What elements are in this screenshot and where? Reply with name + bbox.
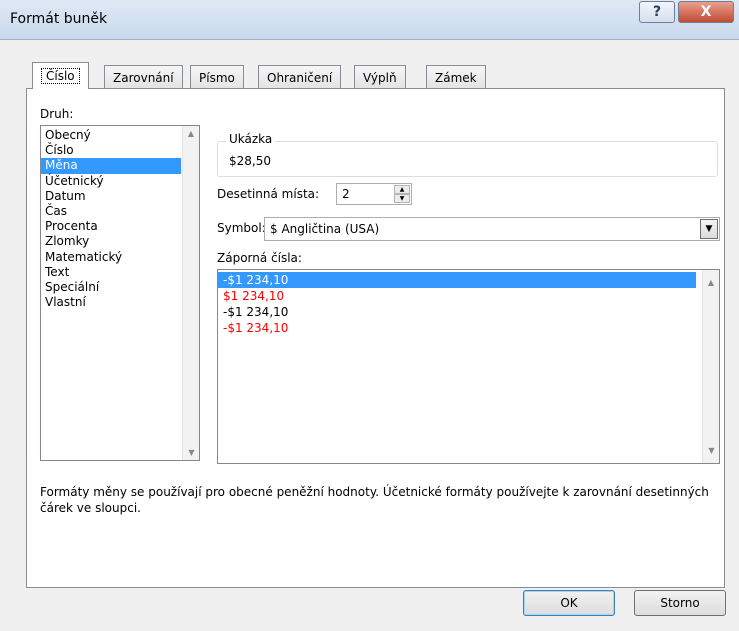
category-item[interactable]: Vlastní: [41, 295, 181, 310]
category-scrollbar[interactable]: ▲ ▼: [182, 126, 199, 460]
symbol-value: $ Angličtina (USA): [270, 222, 380, 236]
ok-button[interactable]: OK: [523, 590, 615, 616]
category-item[interactable]: Procenta: [41, 219, 181, 234]
spin-down-icon[interactable]: ▼: [394, 194, 410, 203]
negative-scrollbar[interactable]: ▲ ▼: [702, 270, 719, 463]
tab-zarovnani[interactable]: Zarovnání: [104, 65, 183, 89]
tab-pismo[interactable]: Písmo: [190, 65, 244, 89]
category-item[interactable]: Měna: [41, 158, 181, 174]
negative-item[interactable]: -$1 234,10: [218, 320, 696, 336]
symbol-dropdown[interactable]: $ Angličtina (USA) ▼: [264, 217, 720, 241]
category-item[interactable]: Matematický: [41, 250, 181, 265]
scroll-up-icon[interactable]: ▲: [183, 129, 199, 138]
negative-list[interactable]: -$1 234,10 $1 234,10 -$1 234,10 -$1 234,10 …: [217, 269, 720, 464]
tab-ohraniceni[interactable]: Ohraničení: [258, 65, 342, 89]
negative-item[interactable]: -$1 234,10: [218, 272, 696, 288]
category-item[interactable]: Obecný: [41, 128, 181, 143]
negative-label: Záporná čísla:: [217, 251, 302, 265]
category-item[interactable]: Čas: [41, 204, 181, 219]
category-item[interactable]: Zlomky: [41, 234, 181, 249]
category-list[interactable]: Obecný Číslo Měna Účetnický Datum Čas Procenta…: [40, 125, 200, 461]
category-item[interactable]: Číslo: [41, 143, 181, 158]
decimals-label: Desetinná místa:: [217, 187, 320, 201]
category-item[interactable]: Speciální: [41, 280, 181, 295]
window-title: Formát buněk: [10, 11, 108, 27]
negative-item[interactable]: $1 234,10: [218, 288, 696, 304]
spin-up-icon[interactable]: ▲: [394, 185, 410, 194]
category-item[interactable]: Text: [41, 265, 181, 280]
scroll-down-icon[interactable]: ▼: [703, 446, 720, 455]
title-bar: [0, 0, 739, 40]
sample-group: [217, 141, 718, 177]
sample-legend: Ukázka: [226, 132, 276, 146]
category-label: Druh:: [40, 107, 74, 121]
sample-value: $28,50: [229, 154, 271, 168]
cancel-button[interactable]: Storno: [634, 590, 726, 616]
decimals-value: 2: [342, 187, 350, 201]
tab-zamek[interactable]: Zámek: [426, 65, 486, 89]
scroll-up-icon[interactable]: ▲: [703, 278, 719, 287]
tab-cislo[interactable]: Číslo: [32, 62, 89, 89]
category-item[interactable]: Účetnický: [41, 174, 181, 189]
symbol-label: Symbol:: [217, 221, 266, 235]
format-description: Formáty měny se používají pro obecné pen…: [40, 485, 709, 515]
tab-vypln[interactable]: Výplň: [354, 65, 406, 89]
category-item[interactable]: Datum: [41, 189, 181, 204]
decimals-spinner[interactable]: 2 ▲ ▼: [336, 183, 412, 205]
help-button[interactable]: ?: [639, 1, 675, 23]
chevron-down-icon[interactable]: ▼: [700, 219, 718, 239]
scroll-down-icon[interactable]: ▼: [183, 448, 200, 457]
close-button[interactable]: X: [678, 1, 734, 23]
negative-item[interactable]: -$1 234,10: [218, 304, 696, 320]
